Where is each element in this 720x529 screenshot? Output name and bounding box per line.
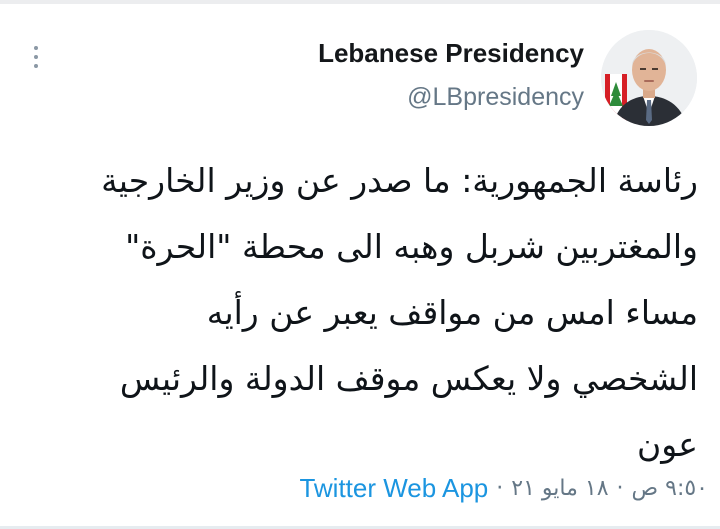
tweet-line: والمغتربين شربل وهبه الى محطة "الحرة"	[125, 227, 698, 266]
avatar[interactable]	[601, 30, 697, 126]
tweet-line: مساء امس من مواقف يعبر عن رأيه	[206, 293, 698, 332]
tweet-line: الشخصي ولا يعكس موقف الدولة والرئيس	[119, 359, 698, 398]
tweet-text: رئاسة الجمهورية: ما صدر عن وزير الخارجية…	[30, 148, 698, 478]
tweet-time[interactable]: ٩:٥٠ ص	[632, 476, 708, 501]
more-options-button[interactable]	[26, 40, 46, 74]
tweet-line: رئاسة الجمهورية: ما صدر عن وزير الخارجية	[101, 161, 698, 200]
top-divider	[0, 0, 720, 4]
display-name[interactable]: Lebanese Presidency	[318, 36, 584, 70]
profile-photo-icon	[601, 30, 697, 126]
tweet-meta: ٩:٥٠ ص · ١٨ مايو ٢١ · Twitter Web App	[299, 470, 708, 506]
tweet-source-link[interactable]: Twitter Web App	[299, 473, 488, 504]
meta-separator: ·	[496, 475, 504, 501]
account-handle[interactable]: @LBpresidency	[407, 80, 584, 114]
tweet-date[interactable]: ١٨ مايو ٢١	[511, 476, 608, 501]
tweet-line: عون	[637, 425, 698, 464]
meta-separator: ·	[616, 475, 624, 501]
more-vertical-icon	[34, 46, 38, 68]
